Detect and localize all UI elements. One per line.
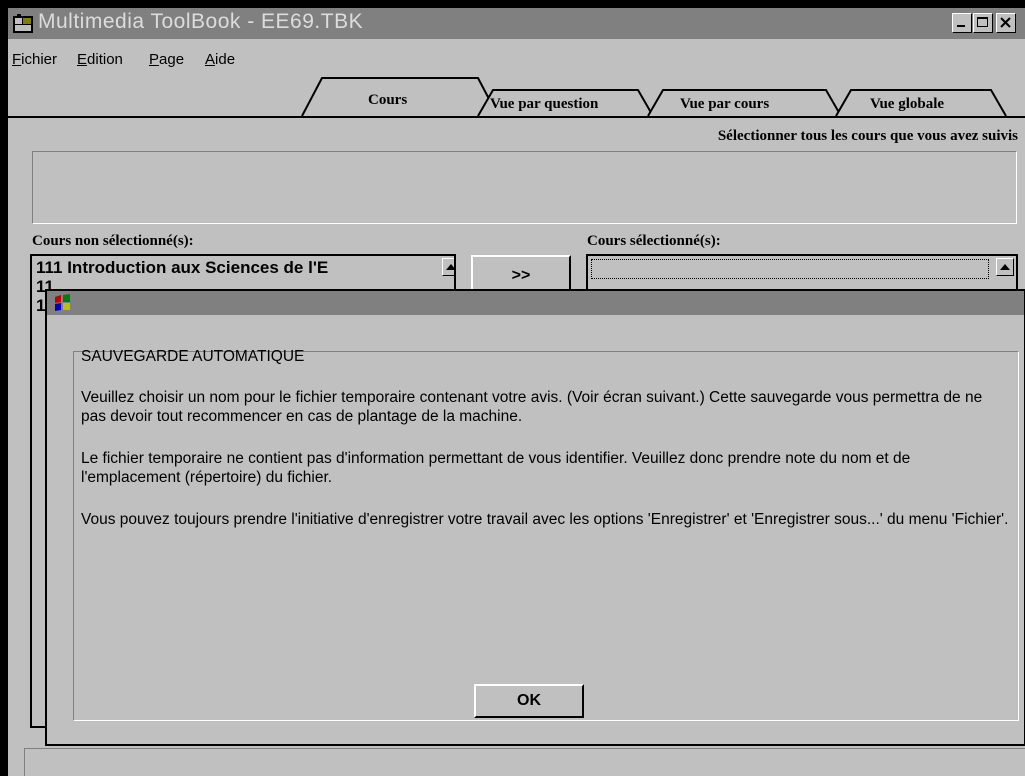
menu-fichier[interactable]: Fichier <box>12 51 57 68</box>
minimize-button[interactable] <box>952 13 972 33</box>
arrow-up-icon <box>1000 264 1010 270</box>
unselected-label: Cours non sélectionné(s): <box>32 233 194 249</box>
window-title: Multimedia ToolBook - EE69.TBK <box>38 10 364 33</box>
menu-edition[interactable]: Edition <box>77 51 123 68</box>
tab-cours[interactable]: Cours <box>368 92 407 109</box>
dialog-title-bar[interactable] <box>47 291 1024 315</box>
instruction-text: Sélectionner tous les cours que vous ave… <box>717 128 1018 144</box>
menu-aide-key: A <box>205 51 216 68</box>
arrow-up-icon <box>446 264 454 270</box>
selected-label: Cours sélectionné(s): <box>587 233 721 249</box>
focus-rect <box>591 259 989 279</box>
menu-aide[interactable]: Aide <box>205 51 235 68</box>
scroll-up-button[interactable] <box>996 258 1014 276</box>
close-icon <box>1000 17 1011 28</box>
menu-page-rest: age <box>159 51 185 68</box>
tab-vue-par-cours[interactable]: Vue par cours <box>680 96 769 113</box>
ok-button[interactable]: OK <box>474 684 584 718</box>
menu-fichier-key: F <box>12 51 22 68</box>
menu-aide-rest: ide <box>215 51 236 68</box>
menu-edition-key: E <box>77 51 88 68</box>
list-item[interactable]: 111 Introduction aux Sciences de l'E <box>36 258 328 278</box>
dialog-paragraph-3: Vous pouvez toujours prendre l'initiativ… <box>81 511 1009 528</box>
status-bar <box>24 748 1025 776</box>
maximize-icon <box>977 17 988 27</box>
windows-flag-icon <box>55 294 70 311</box>
title-bar[interactable]: Multimedia ToolBook - EE69.TBK <box>8 8 1025 39</box>
dialog-paragraph-2: Le fichier temporaire ne contient pas d'… <box>81 450 911 486</box>
scroll-up-button[interactable] <box>442 258 454 276</box>
menu-page[interactable]: Page <box>149 51 184 68</box>
close-button[interactable] <box>996 13 1016 33</box>
toolbook-app-icon[interactable] <box>12 13 34 35</box>
menu-bar: Fichier Edition Page Aide <box>8 41 1025 71</box>
tab-vue-globale[interactable]: Vue globale <box>870 96 944 113</box>
tab-vue-par-question[interactable]: Vue par question <box>490 96 598 113</box>
menu-page-key: P <box>149 51 160 68</box>
menu-edition-rest: dition <box>87 51 123 68</box>
menu-fichier-rest: ichier <box>21 51 58 68</box>
minimize-icon <box>957 25 965 27</box>
description-panel <box>32 151 1017 224</box>
maximize-button[interactable] <box>973 13 993 33</box>
dialog-heading: SAUVEGARDE AUTOMATIQUE <box>81 348 305 365</box>
autosave-dialog: SAUVEGARDE AUTOMATIQUE Veuillez choisir … <box>45 289 1025 746</box>
dialog-paragraph-1: Veuillez choisir un nom pour le fichier … <box>81 389 983 425</box>
